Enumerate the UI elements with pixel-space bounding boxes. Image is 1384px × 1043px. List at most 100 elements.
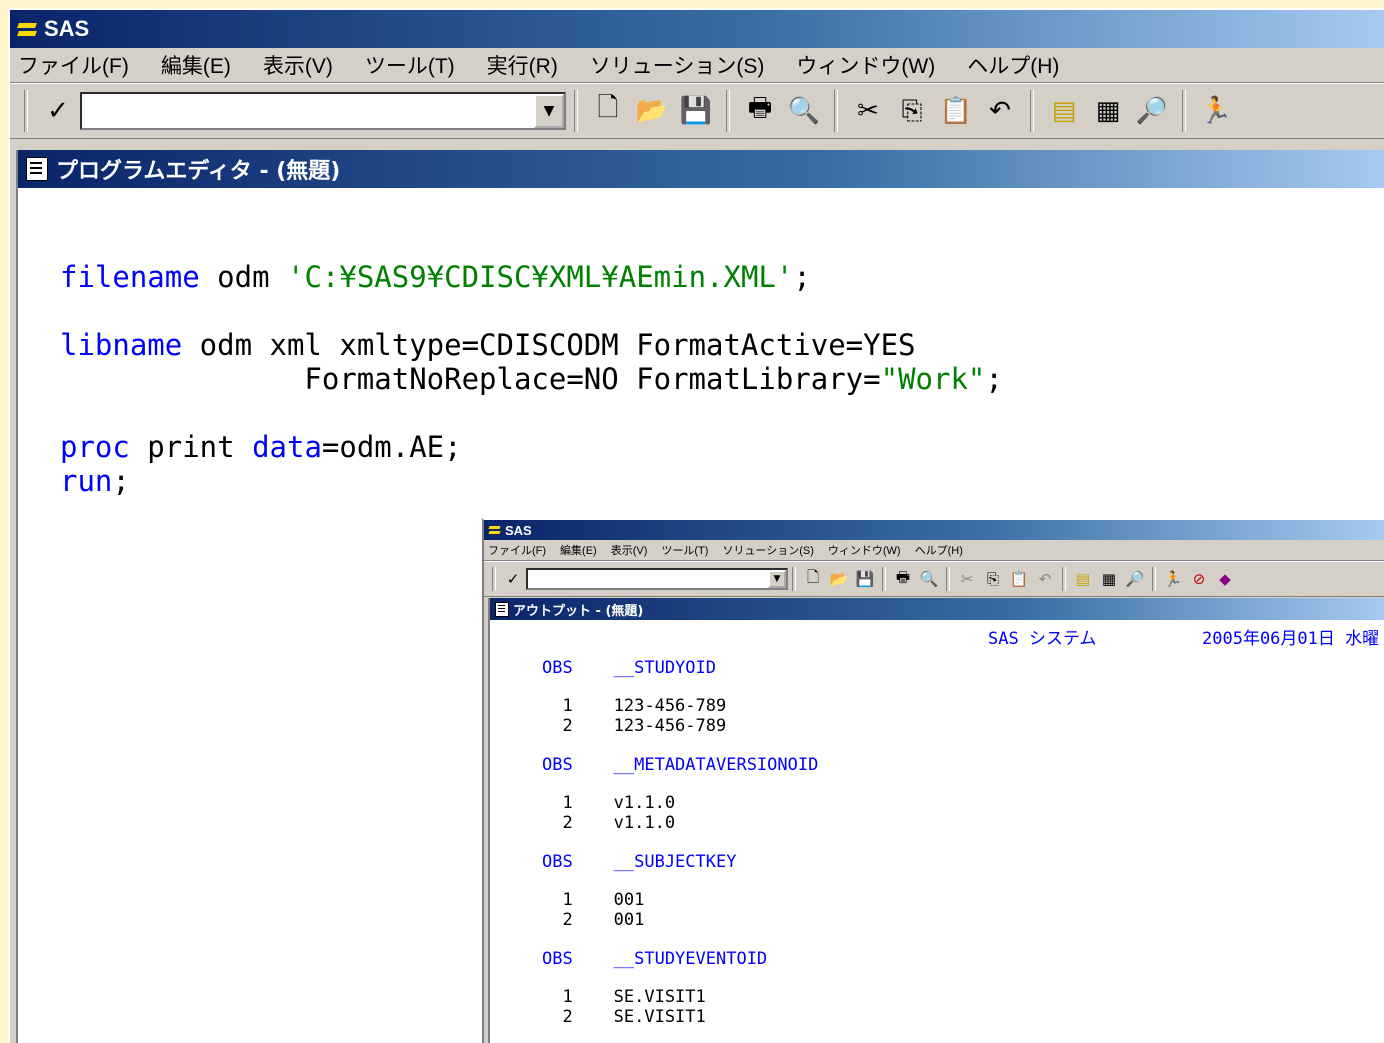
- paste-icon[interactable]: 📋: [937, 91, 975, 131]
- window-title: SAS: [44, 16, 90, 41]
- sas-app-icon: [16, 18, 38, 40]
- obs-header: OBS __STUDYOID: [542, 658, 716, 678]
- output-menu-bar: ファイル(F) 編集(E) 表示(V) ツール(T) ソリューション(S) ウィ…: [484, 540, 1384, 561]
- menu-window[interactable]: ウィンドウ(W): [828, 542, 901, 558]
- system-label: SAS システム: [988, 629, 1097, 649]
- menu-run[interactable]: 実行(R): [487, 50, 558, 80]
- toolbar-grip[interactable]: [24, 90, 28, 132]
- table-row: 1 v1.1.0: [542, 793, 676, 813]
- table-row: 1 123-456-789: [542, 696, 727, 716]
- menu-help[interactable]: ヘルプ(H): [915, 542, 963, 558]
- new-file-icon[interactable]: 🗋: [589, 91, 627, 131]
- check-icon[interactable]: ✓: [39, 91, 77, 131]
- toolbar-grip[interactable]: [492, 567, 496, 591]
- program-editor-title-bar[interactable]: プログラムエディタ - (無題): [18, 150, 1384, 188]
- output-editor-title: アウトプット - (無題): [513, 603, 644, 619]
- new-file-icon[interactable]: 🗋: [802, 567, 824, 591]
- command-box[interactable]: ▼: [80, 92, 566, 130]
- menu-tools[interactable]: ツール(T): [365, 50, 455, 80]
- code-keyword: proc: [60, 430, 130, 464]
- editor-doc-icon: [495, 601, 509, 617]
- table-row: 2 123-456-789: [542, 716, 727, 736]
- menu-file[interactable]: ファイル(F): [18, 50, 129, 80]
- log-icon[interactable]: ▦: [1098, 567, 1120, 591]
- obs-header: OBS __SUBJECTKEY: [542, 852, 737, 872]
- menu-view[interactable]: 表示(V): [263, 50, 333, 80]
- output-editor[interactable]: アウトプット - (無題) SAS システム 2005年06月01日 水曜 OB…: [488, 598, 1384, 1043]
- obs-header: OBS __STUDYEVENTOID: [542, 949, 768, 969]
- help-book-icon[interactable]: ◆: [1214, 567, 1236, 591]
- variable-block: OBS __SUBJECTKEY 1 001 2 001: [542, 852, 736, 930]
- toolbar-separator: [726, 90, 730, 132]
- command-box[interactable]: ▼: [526, 568, 788, 590]
- check-icon[interactable]: ✓: [502, 567, 524, 591]
- save-icon[interactable]: 💾: [677, 91, 715, 131]
- code-string: "Work": [880, 362, 986, 396]
- toolbar-separator: [1030, 90, 1034, 132]
- undo-icon[interactable]: ↶: [981, 91, 1019, 131]
- copy-icon[interactable]: ⎘: [982, 567, 1004, 591]
- print-icon[interactable]: 🖶: [741, 91, 779, 131]
- run-icon[interactable]: 🏃: [1197, 91, 1235, 131]
- variable-block: OBS __STUDYEVENTOID 1 SE.VISIT1 2 SE.VIS…: [542, 949, 767, 1027]
- code-keyword: libname: [60, 328, 183, 362]
- toolbar-separator: [946, 567, 950, 591]
- menu-edit[interactable]: 編集(E): [161, 50, 231, 80]
- break-icon[interactable]: ⊘: [1188, 567, 1210, 591]
- menu-edit[interactable]: 編集(E): [560, 542, 597, 558]
- code-text: ;: [112, 464, 130, 498]
- menu-help[interactable]: ヘルプ(H): [967, 50, 1059, 80]
- find-icon[interactable]: 🔎: [1124, 567, 1146, 591]
- table-row: 1 001: [542, 890, 645, 910]
- save-icon[interactable]: 💾: [854, 567, 876, 591]
- undo-icon[interactable]: ↶: [1034, 567, 1056, 591]
- title-bar[interactable]: SAS: [10, 10, 1384, 48]
- menu-solutions[interactable]: ソリューション(S): [590, 50, 765, 80]
- explorer-icon[interactable]: ▤: [1072, 567, 1094, 591]
- toolbar-separator: [1182, 90, 1186, 132]
- chevron-down-icon[interactable]: ▼: [534, 94, 564, 128]
- program-editor-title: プログラムエディタ - (無題): [56, 159, 341, 184]
- menu-file[interactable]: ファイル(F): [488, 542, 546, 558]
- code-text: ;: [985, 362, 1003, 396]
- open-folder-icon[interactable]: 📂: [633, 91, 671, 131]
- chevron-down-icon[interactable]: ▼: [768, 570, 786, 588]
- menu-solutions[interactable]: ソリューション(S): [722, 542, 813, 558]
- print-icon[interactable]: 🖶: [892, 567, 914, 591]
- explorer-icon[interactable]: ▤: [1045, 91, 1083, 131]
- output-window-title: SAS: [505, 522, 532, 538]
- cut-icon[interactable]: ✂: [849, 91, 887, 131]
- log-icon[interactable]: ▦: [1089, 91, 1127, 131]
- code-text: odm: [199, 260, 287, 294]
- date-label: 2005年06月01日 水曜: [1202, 629, 1380, 649]
- sas-app-icon: [488, 523, 502, 537]
- table-row: 2 v1.1.0: [542, 813, 676, 833]
- output-title-bar[interactable]: SAS: [484, 520, 1384, 540]
- menu-window[interactable]: ウィンドウ(W): [796, 50, 935, 80]
- output-toolbar: ✓ ▼ 🗋 📂 💾 🖶 🔍 ✂ ⎘ 📋 ↶ ▤ ▦ 🔎 🏃 ⊘ ◆: [484, 561, 1384, 597]
- output-editor-title-bar[interactable]: アウトプット - (無題): [490, 598, 1384, 620]
- variable-block: OBS __STUDYOID 1 123-456-789 2 123-456-7…: [542, 658, 726, 736]
- paste-icon[interactable]: 📋: [1008, 567, 1030, 591]
- print-preview-icon[interactable]: 🔍: [785, 91, 823, 131]
- open-folder-icon[interactable]: 📂: [828, 567, 850, 591]
- code-text: ;: [793, 260, 811, 294]
- toolbar-separator: [1152, 567, 1156, 591]
- code-area[interactable]: filename odm 'C:¥SAS9¥CDISC¥XML¥AEmin.XM…: [60, 260, 1003, 498]
- editor-doc-icon: [26, 157, 48, 181]
- toolbar-separator: [1062, 567, 1066, 591]
- toolbar-separator: [792, 567, 796, 591]
- output-listing[interactable]: SAS システム 2005年06月01日 水曜 OBS __STUDYOID 1…: [490, 620, 1384, 1043]
- code-text: FormatNoReplace=NO FormatLibrary=: [60, 362, 881, 396]
- toolbar-separator: [882, 567, 886, 591]
- cut-icon[interactable]: ✂: [956, 567, 978, 591]
- sas-output-window: SAS ファイル(F) 編集(E) 表示(V) ツール(T) ソリューション(S…: [482, 518, 1384, 1043]
- print-preview-icon[interactable]: 🔍: [918, 567, 940, 591]
- run-icon[interactable]: 🏃: [1162, 567, 1184, 591]
- code-keyword: run: [60, 464, 113, 498]
- menu-view[interactable]: 表示(V): [611, 542, 648, 558]
- find-icon[interactable]: 🔎: [1133, 91, 1171, 131]
- code-text: odm xml xmltype=CDISCODM FormatActive=YE…: [182, 328, 916, 362]
- menu-tools[interactable]: ツール(T): [661, 542, 708, 558]
- copy-icon[interactable]: ⎘: [893, 91, 931, 131]
